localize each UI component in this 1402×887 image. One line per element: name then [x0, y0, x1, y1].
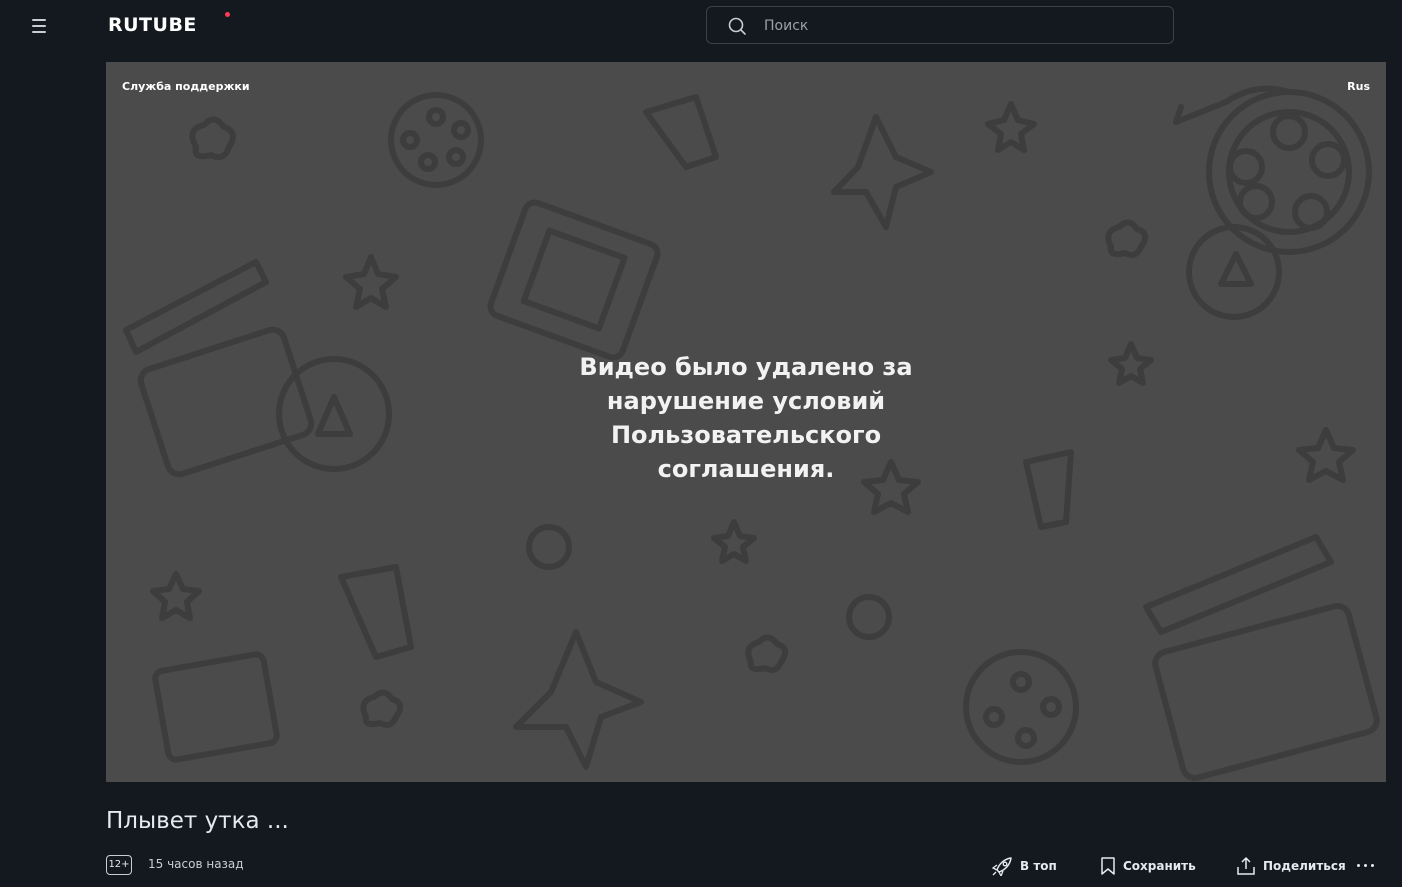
support-link[interactable]: Служба поддержки — [122, 80, 250, 93]
rocket-icon — [991, 857, 1012, 876]
to-top-label: В топ — [1020, 859, 1057, 873]
age-rating-badge: 12+ — [106, 855, 132, 875]
share-button[interactable]: Поделиться — [1236, 855, 1346, 877]
share-label: Поделиться — [1263, 859, 1346, 873]
video-title: Плывет утка ... — [106, 808, 289, 834]
save-label: Сохранить — [1123, 859, 1196, 873]
rutube-logo[interactable]: RUTUBE — [108, 12, 230, 40]
menu-icon[interactable] — [30, 16, 50, 36]
search-icon[interactable] — [727, 16, 747, 36]
logo-dot — [225, 12, 230, 17]
more-options-icon[interactable] — [1356, 856, 1376, 876]
share-icon — [1237, 857, 1255, 875]
to-top-button[interactable]: В топ — [991, 855, 1057, 877]
video-removed-message: Видео было удалено за нарушение условий … — [579, 353, 913, 483]
save-button[interactable]: Сохранить — [1100, 855, 1196, 877]
search-box[interactable] — [706, 6, 1174, 45]
published-time: 15 часов назад — [148, 857, 244, 871]
search-input[interactable] — [762, 7, 1166, 45]
video-player[interactable]: Служба поддержки Rus Видео было удалено … — [106, 62, 1386, 782]
logo-text: RUTUBE — [108, 14, 197, 36]
bookmark-icon — [1101, 857, 1115, 875]
language-switch[interactable]: Rus — [1347, 80, 1370, 93]
top-bar: RUTUBE — [0, 0, 1402, 52]
